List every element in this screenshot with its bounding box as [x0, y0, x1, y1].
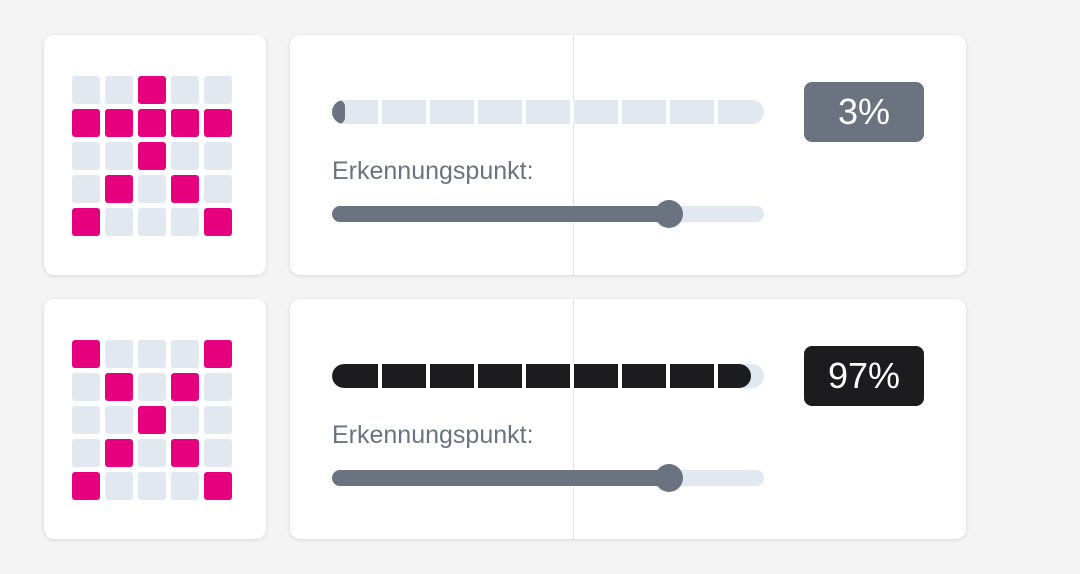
- pattern-cell-on: [72, 208, 100, 236]
- pattern-cell-on: [138, 406, 166, 434]
- pattern-cell-off: [171, 472, 199, 500]
- segment-divider: [714, 364, 718, 388]
- pattern-cell-on: [138, 76, 166, 104]
- pattern-cell-off: [171, 208, 199, 236]
- segment-divider: [666, 364, 670, 388]
- slider-thumb[interactable]: [654, 464, 683, 492]
- segment-divider: [378, 364, 382, 388]
- pattern-cell-off: [138, 373, 166, 401]
- control-card-1: 3% Erkennungspunkt:: [290, 35, 966, 275]
- pattern-grid-1: [72, 76, 232, 236]
- pattern-cell-off: [138, 439, 166, 467]
- pattern-cell-off: [138, 472, 166, 500]
- pattern-cell-on: [204, 208, 232, 236]
- pattern-cell-off: [138, 175, 166, 203]
- segment-divider: [618, 100, 622, 124]
- pattern-cell-off: [105, 142, 133, 170]
- center-divider: [573, 299, 574, 539]
- confidence-badge-2: 97%: [804, 346, 924, 406]
- pattern-cell-on: [138, 142, 166, 170]
- slider-track-fill: [332, 470, 669, 486]
- pattern-cell-on: [171, 109, 199, 137]
- slider-thumb[interactable]: [654, 200, 683, 228]
- pattern-cell-off: [171, 406, 199, 434]
- confidence-badge-1: 3%: [804, 82, 924, 142]
- pattern-cell-off: [105, 76, 133, 104]
- threshold-label-2: Erkennungspunkt:: [332, 421, 534, 449]
- segment-divider: [666, 100, 670, 124]
- pattern-cell-on: [72, 109, 100, 137]
- segment-divider: [474, 364, 478, 388]
- threshold-slider-2[interactable]: [332, 464, 764, 492]
- segment-divider: [522, 100, 526, 124]
- pattern-cell-on: [204, 472, 232, 500]
- control-card-2: 97% Erkennungspunkt:: [290, 299, 966, 539]
- pattern-grid-2: [72, 340, 232, 500]
- pattern-cell-off: [105, 208, 133, 236]
- pattern-cell-off: [204, 406, 232, 434]
- pattern-cell-on: [105, 175, 133, 203]
- pattern-cell-off: [204, 142, 232, 170]
- pattern-card-2: [44, 299, 266, 539]
- pattern-card-1: [44, 35, 266, 275]
- pattern-cell-on: [171, 175, 199, 203]
- pattern-cell-on: [72, 340, 100, 368]
- pattern-cell-on: [138, 109, 166, 137]
- segment-divider: [474, 100, 478, 124]
- pattern-cell-on: [105, 373, 133, 401]
- slider-track-fill: [332, 206, 669, 222]
- pattern-cell-off: [72, 142, 100, 170]
- pattern-cell-off: [204, 76, 232, 104]
- pattern-cell-off: [72, 439, 100, 467]
- pattern-cell-off: [171, 340, 199, 368]
- pattern-cell-off: [204, 439, 232, 467]
- pattern-cell-off: [105, 340, 133, 368]
- pattern-cell-off: [204, 175, 232, 203]
- center-divider: [573, 35, 574, 275]
- pattern-cell-off: [105, 472, 133, 500]
- segment-divider: [570, 100, 574, 124]
- pattern-cell-off: [171, 76, 199, 104]
- pattern-cell-off: [72, 76, 100, 104]
- confidence-bar-2: [332, 364, 764, 388]
- segment-divider: [714, 100, 718, 124]
- pattern-cell-on: [171, 373, 199, 401]
- pattern-cell-on: [72, 472, 100, 500]
- segment-divider: [426, 364, 430, 388]
- pattern-cell-on: [105, 109, 133, 137]
- confidence-bar-1: [332, 100, 764, 124]
- pattern-cell-off: [171, 142, 199, 170]
- pattern-cell-off: [204, 373, 232, 401]
- segment-divider: [522, 364, 526, 388]
- segment-divider: [570, 364, 574, 388]
- segment-divider: [378, 100, 382, 124]
- pattern-cell-on: [171, 439, 199, 467]
- pattern-cell-off: [138, 340, 166, 368]
- pattern-cell-on: [204, 109, 232, 137]
- segment-divider: [618, 364, 622, 388]
- pattern-cell-off: [72, 373, 100, 401]
- pattern-cell-on: [204, 340, 232, 368]
- pattern-cell-off: [72, 406, 100, 434]
- pattern-cell-off: [138, 208, 166, 236]
- pattern-cell-off: [72, 175, 100, 203]
- threshold-label-1: Erkennungspunkt:: [332, 157, 534, 185]
- segment-divider: [426, 100, 430, 124]
- threshold-slider-1[interactable]: [332, 200, 764, 228]
- pattern-cell-on: [105, 439, 133, 467]
- pattern-cell-off: [105, 406, 133, 434]
